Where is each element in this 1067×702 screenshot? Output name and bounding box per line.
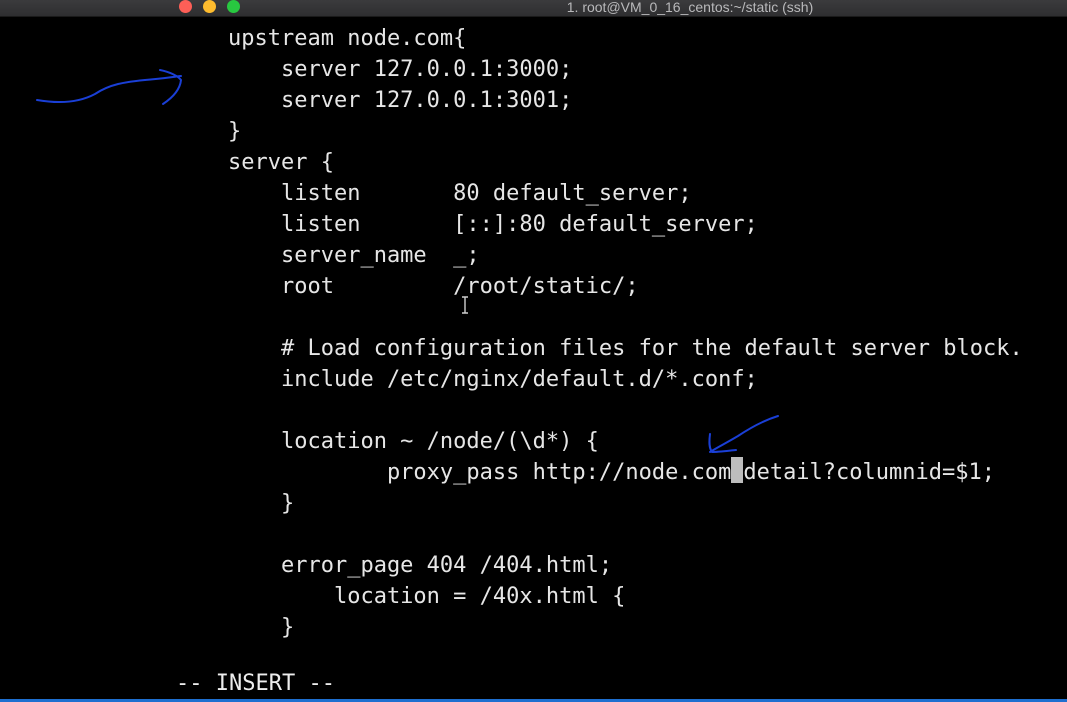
- code-line-15: proxy_pass http://node.com detail?columni…: [228, 457, 995, 488]
- code-line-18: error_page 404 /404.html;: [228, 553, 613, 578]
- code-line-2: server 127.0.0.1:3000;: [228, 57, 573, 82]
- annotation-arrow-upstream-icon: [36, 69, 182, 105]
- code-line-12: include /etc/nginx/default.d/*.conf;: [228, 367, 758, 392]
- code-line-8: server_name _;: [228, 243, 480, 268]
- code-line-6: listen 80 default_server;: [228, 181, 692, 206]
- annotation-arrow-proxy-icon: [708, 415, 779, 453]
- text-cursor: [731, 457, 744, 483]
- mouse-ibeam-icon: [462, 296, 468, 314]
- proxy-pass-text: proxy_pass http://node.com: [228, 460, 732, 485]
- code-line-5: server {: [228, 150, 334, 175]
- code-line-4: }: [228, 119, 242, 144]
- code-line-19: location = /40x.html {: [228, 584, 626, 609]
- code-line-7: listen [::]:80 default_server;: [228, 212, 758, 237]
- title-bar[interactable]: 1. root@VM_0_16_centos:~/static (ssh): [0, 0, 1067, 17]
- code-line-9: root /root/static/;: [228, 274, 639, 299]
- code-line-1: upstream node.com{: [228, 26, 467, 51]
- code-line-11: # Load configuration files for the defau…: [228, 336, 1023, 361]
- code-line-14: location ~ /node/(\d*) {: [228, 429, 599, 454]
- vim-mode-indicator: -- INSERT --: [176, 671, 335, 696]
- terminal-window: 1. root@VM_0_16_centos:~/static (ssh) up…: [0, 0, 1067, 702]
- proxy-pass-text-after-cursor: detail?columnid=$1;: [743, 460, 995, 485]
- code-line-20: }: [228, 615, 295, 640]
- window-title: 1. root@VM_0_16_centos:~/static (ssh): [566, 0, 814, 15]
- code-line-16: }: [228, 491, 295, 516]
- code-line-3: server 127.0.0.1:3001;: [228, 88, 573, 113]
